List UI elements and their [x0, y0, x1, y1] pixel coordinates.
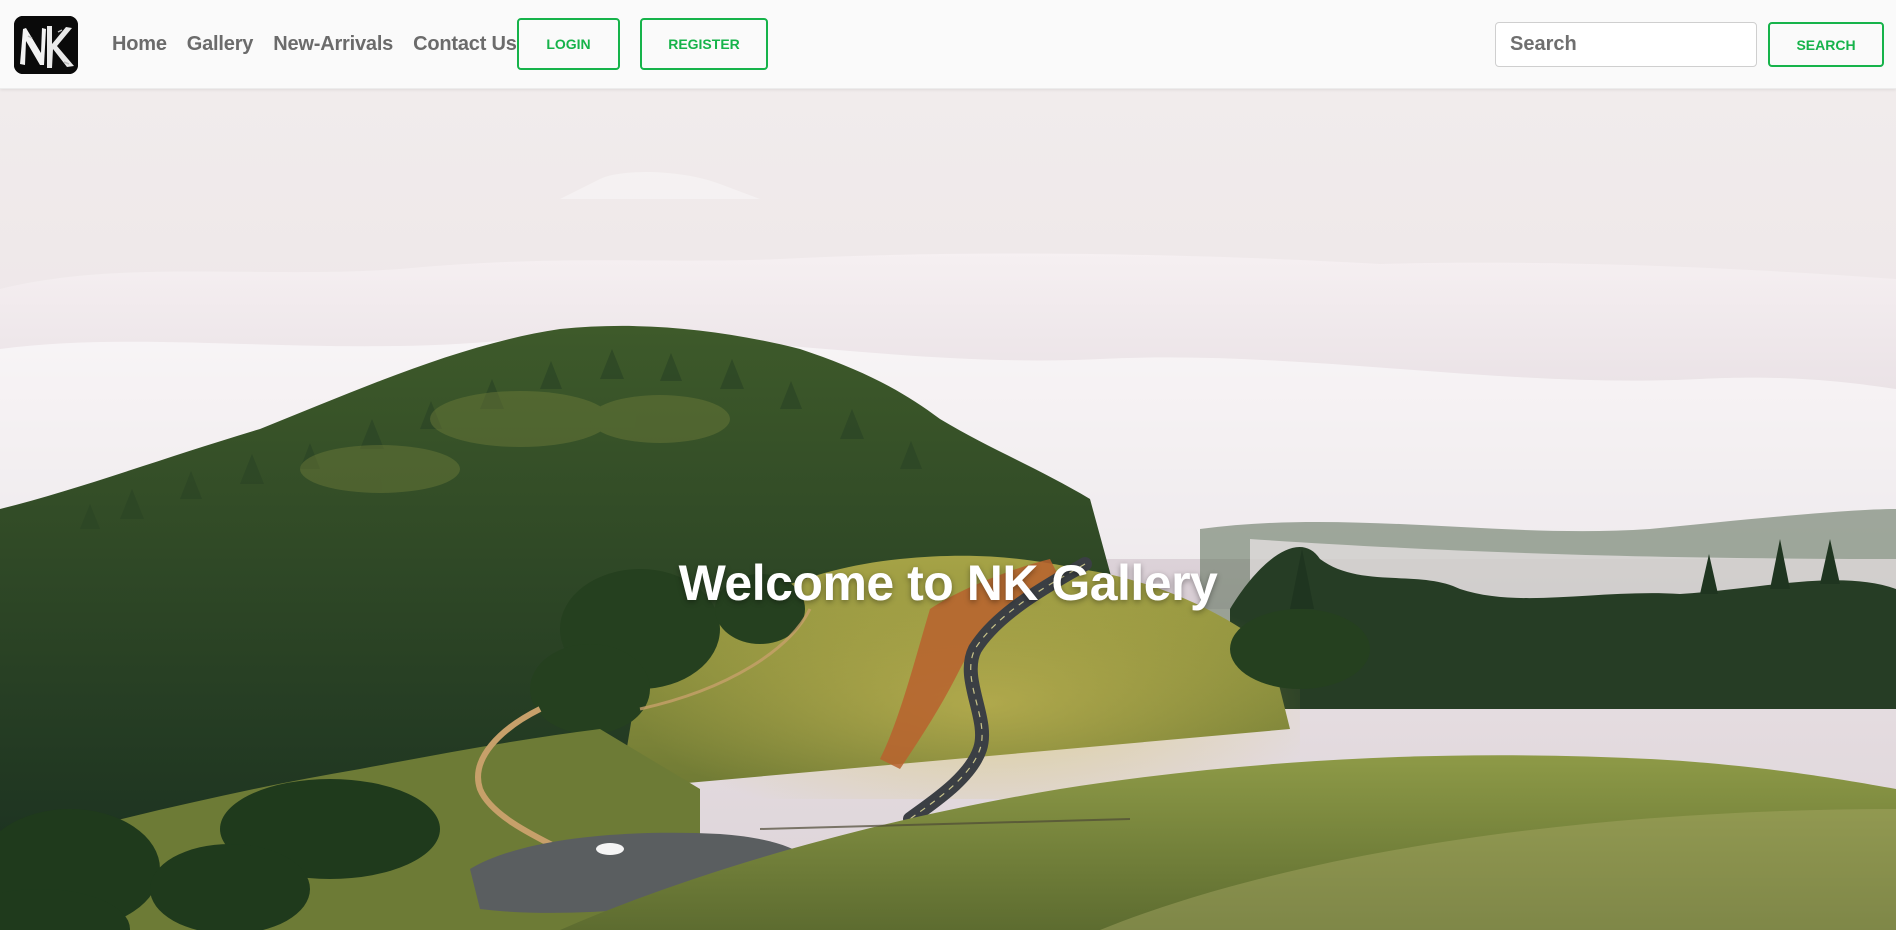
hero-title: Welcome to NK Gallery [678, 554, 1218, 611]
navbar: Home Gallery New-Arrivals Contact Us LOG… [0, 0, 1896, 89]
hero-background-image [0, 89, 1896, 930]
nav-link-contact-us[interactable]: Contact Us [413, 31, 517, 57]
main-nav: Home Gallery New-Arrivals Contact Us [112, 31, 537, 57]
search-button[interactable]: SEARCH [1768, 22, 1884, 67]
register-button[interactable]: REGISTER [640, 18, 768, 70]
nav-link-home[interactable]: Home [112, 31, 167, 57]
nk-logo-icon[interactable] [14, 16, 78, 74]
hero-section: Welcome to NK Gallery [0, 89, 1896, 930]
login-button[interactable]: LOGIN [517, 18, 620, 70]
nav-link-new-arrivals[interactable]: New-Arrivals [273, 31, 393, 57]
search-input[interactable] [1495, 22, 1757, 67]
nav-link-gallery[interactable]: Gallery [187, 31, 254, 57]
